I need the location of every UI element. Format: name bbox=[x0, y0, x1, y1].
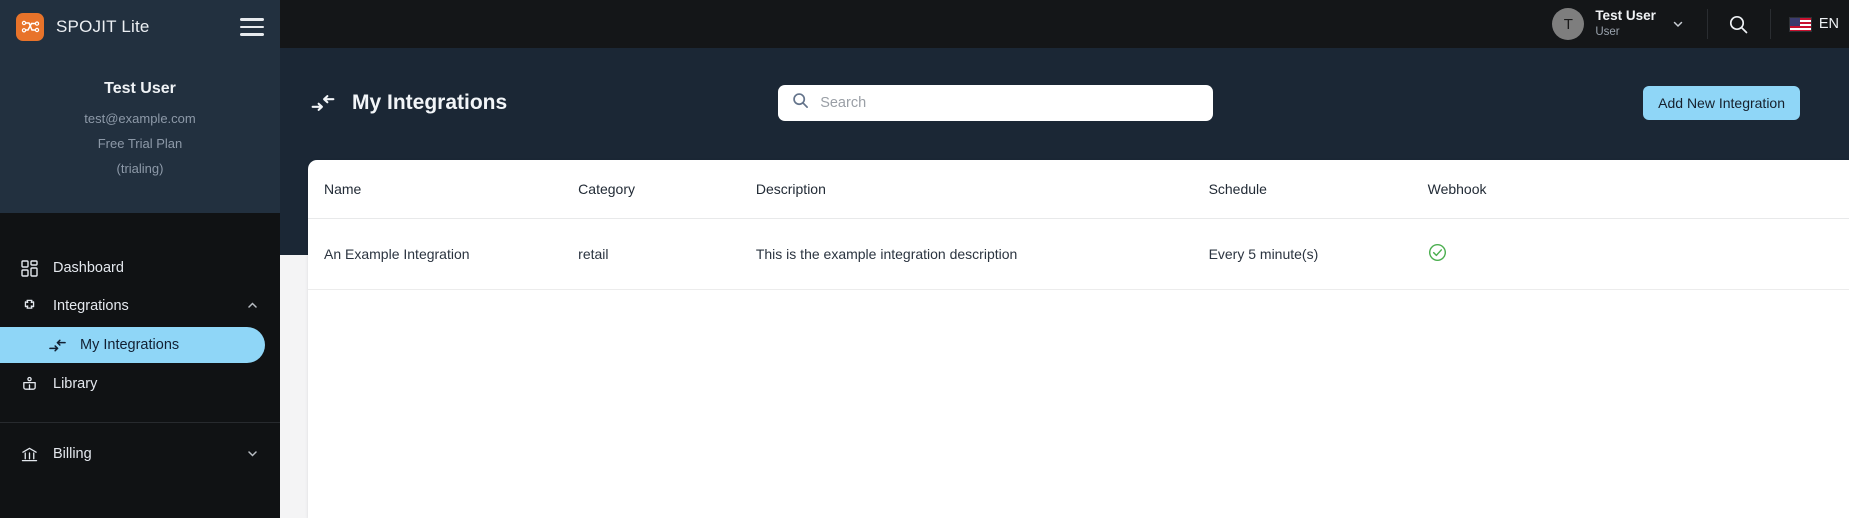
cell-name: An Example Integration bbox=[308, 218, 579, 290]
hamburger-icon[interactable] bbox=[240, 18, 264, 36]
column-header-name: Name bbox=[308, 160, 579, 219]
sidebar-user-email: test@example.com bbox=[84, 111, 196, 126]
table-head: Name Category Description Schedule Webho… bbox=[308, 160, 1849, 219]
column-header-schedule: Schedule bbox=[1208, 160, 1428, 219]
sidebar-item-label: Integrations bbox=[53, 298, 129, 314]
page-header-row: My Integrations Add New Integration bbox=[280, 48, 1849, 158]
sidebar-item-dashboard[interactable]: Dashboard bbox=[0, 249, 280, 287]
topbar-divider bbox=[1769, 9, 1771, 39]
topbar-user-name: Test User bbox=[1595, 8, 1656, 24]
column-header-webhook: Webhook bbox=[1427, 160, 1611, 219]
column-header-actions bbox=[1610, 160, 1849, 219]
integrations-table-card: Name Category Description Schedule Webho… bbox=[308, 160, 1849, 518]
sidebar-header: SPOJIT Lite Test User test@example.com F… bbox=[0, 0, 280, 213]
table-row[interactable]: An Example Integration retail This is th… bbox=[308, 218, 1849, 290]
cell-webhook bbox=[1427, 218, 1611, 290]
sidebar: SPOJIT Lite Test User test@example.com F… bbox=[0, 0, 280, 518]
sidebar-user-status: (trialing) bbox=[116, 161, 164, 176]
table-header-row: Name Category Description Schedule Webho… bbox=[308, 160, 1849, 219]
column-header-category: Category bbox=[578, 160, 756, 219]
sidebar-nav: Dashboard Integrations My Integrations L… bbox=[0, 213, 280, 518]
page-title: My Integrations bbox=[352, 91, 508, 114]
spojit-graph-logo bbox=[16, 13, 44, 41]
sidebar-item-my-integrations[interactable]: My Integrations bbox=[0, 327, 265, 363]
sidebar-user-plan: Free Trial Plan bbox=[97, 136, 183, 151]
topbar-user-text: Test User User bbox=[1595, 8, 1656, 39]
search-box[interactable] bbox=[778, 85, 1214, 121]
app-root: SPOJIT Lite Test User test@example.com F… bbox=[0, 0, 1849, 518]
sidebar-item-billing[interactable]: Billing bbox=[0, 435, 280, 473]
search-icon bbox=[792, 92, 809, 114]
column-header-description: Description bbox=[755, 160, 1209, 219]
sidebar-item-integrations[interactable]: Integrations bbox=[0, 287, 280, 325]
check-circle-icon bbox=[1428, 243, 1447, 265]
topbar-divider bbox=[1706, 9, 1708, 39]
cell-actions bbox=[1610, 218, 1849, 290]
cell-category: retail bbox=[578, 218, 756, 290]
topbar-user-role: User bbox=[1595, 26, 1620, 39]
language-label: EN bbox=[1818, 16, 1839, 32]
row-action-group bbox=[1610, 243, 1849, 265]
search-input[interactable] bbox=[820, 95, 1200, 111]
top-bar: T Test User User EN bbox=[280, 0, 1849, 48]
bank-icon bbox=[20, 445, 39, 464]
integration-arrows-icon bbox=[48, 336, 67, 355]
sidebar-item-label: Library bbox=[53, 376, 98, 392]
chevron-down-icon bbox=[246, 447, 260, 461]
integration-arrows-icon bbox=[310, 90, 336, 116]
chevron-up-icon bbox=[246, 299, 260, 313]
sidebar-item-library[interactable]: Library bbox=[0, 365, 280, 403]
library-book-icon bbox=[20, 375, 39, 394]
sidebar-bottom-nav: Billing bbox=[0, 423, 280, 473]
sidebar-user-name: Test User bbox=[104, 80, 176, 97]
table-body: An Example Integration retail This is th… bbox=[308, 218, 1849, 290]
avatar: T bbox=[1552, 8, 1585, 40]
main-area: T Test User User EN My Integrations Sear… bbox=[280, 0, 1849, 518]
topbar-user-menu[interactable]: T Test User User bbox=[1552, 8, 1693, 40]
sidebar-user-info: Test User test@example.com Free Trial Pl… bbox=[0, 54, 280, 176]
language-selector[interactable]: EN bbox=[1785, 16, 1839, 32]
dashboard-grid-icon bbox=[20, 259, 39, 278]
sidebar-item-label: Dashboard bbox=[53, 260, 124, 276]
brand-name: SPOJIT Lite bbox=[56, 17, 150, 36]
us-flag-icon bbox=[1788, 16, 1812, 32]
cell-schedule: Every 5 minute(s) bbox=[1208, 218, 1428, 290]
sidebar-item-label: Billing bbox=[53, 446, 92, 462]
add-new-integration-button[interactable]: Add New Integration bbox=[1643, 86, 1800, 120]
puzzle-piece-icon bbox=[20, 297, 39, 316]
page-title-group: My Integrations bbox=[310, 90, 507, 116]
cell-description: This is the example integration descript… bbox=[755, 218, 1209, 290]
brand-bar: SPOJIT Lite bbox=[0, 0, 280, 54]
integrations-table: Name Category Description Schedule Webho… bbox=[308, 160, 1849, 290]
sidebar-item-label: My Integrations bbox=[80, 337, 180, 353]
search-icon[interactable] bbox=[1722, 7, 1756, 41]
chevron-down-icon[interactable] bbox=[1671, 17, 1685, 31]
